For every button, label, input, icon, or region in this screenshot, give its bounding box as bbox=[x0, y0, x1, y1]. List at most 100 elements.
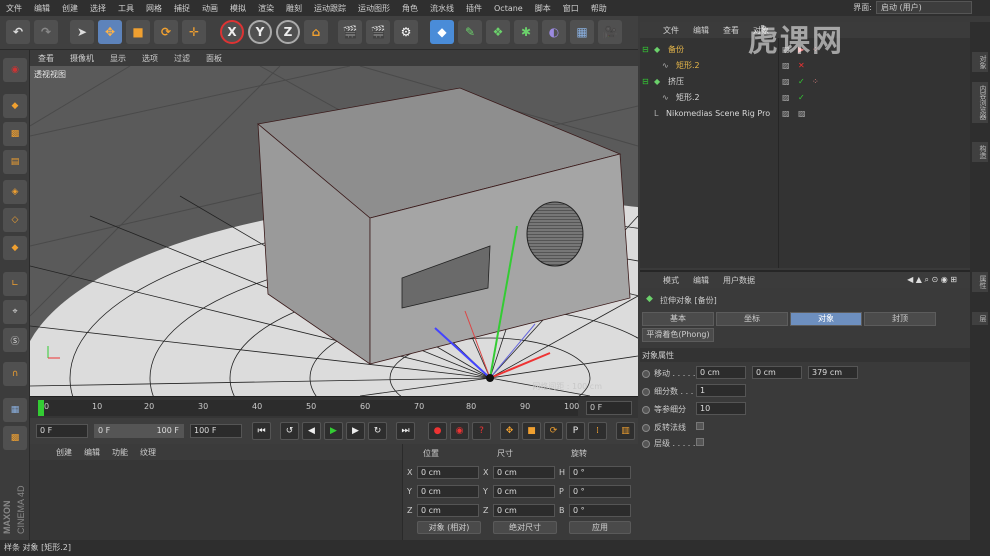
tweak-mode-icon[interactable]: ⌖ bbox=[3, 300, 27, 324]
camera-icon[interactable]: 🎥 bbox=[598, 20, 622, 44]
record-icon[interactable]: ● bbox=[428, 422, 447, 440]
y-axis-icon[interactable]: Y bbox=[248, 20, 272, 44]
key-position-icon[interactable]: ✥ bbox=[500, 422, 519, 440]
select-arrow-icon[interactable]: ➤ bbox=[70, 20, 94, 44]
vp-menu-filter[interactable]: 过滤 bbox=[166, 53, 198, 64]
scale-icon[interactable]: ■ bbox=[126, 20, 150, 44]
obj-menu-file[interactable]: 文件 bbox=[656, 25, 686, 36]
obj-menu-edit[interactable]: 编辑 bbox=[686, 25, 716, 36]
vp-menu-options[interactable]: 选项 bbox=[134, 53, 166, 64]
points-mode-icon[interactable]: ◈ bbox=[3, 180, 27, 204]
live-select-icon[interactable]: ✛ bbox=[182, 20, 206, 44]
coordinate-system-icon[interactable]: ⌂ bbox=[304, 20, 328, 44]
key-param-icon[interactable]: P bbox=[566, 422, 585, 440]
object-row[interactable]: ∿ 矩形.2 ▨ ✕ bbox=[640, 58, 970, 73]
pen-icon[interactable]: ✎ bbox=[458, 20, 482, 44]
undo-icon[interactable]: ↶ bbox=[6, 20, 30, 44]
snap-icon[interactable]: Ⓢ bbox=[3, 328, 27, 352]
expand-icon[interactable]: ⊟ bbox=[642, 74, 649, 89]
prev-frame-icon[interactable]: ◀ bbox=[302, 422, 321, 440]
menu-help[interactable]: 帮助 bbox=[585, 3, 613, 14]
key-scale-icon[interactable]: ■ bbox=[522, 422, 541, 440]
menu-script[interactable]: 脚本 bbox=[529, 3, 557, 14]
lock-workplane-icon[interactable]: ▦ bbox=[3, 398, 27, 422]
menu-character[interactable]: 角色 bbox=[396, 3, 424, 14]
go-to-start-icon[interactable]: ⏮ bbox=[252, 422, 271, 440]
vp-menu-view[interactable]: 查看 bbox=[30, 53, 62, 64]
subdiv-field[interactable]: 1 bbox=[696, 384, 746, 397]
edges-mode-icon[interactable]: ◇ bbox=[3, 208, 27, 232]
menu-pipeline[interactable]: 流水线 bbox=[424, 3, 460, 14]
rotate-icon[interactable]: ⟳ bbox=[154, 20, 178, 44]
texture-mode-icon[interactable]: ▩ bbox=[3, 122, 27, 146]
mat-menu-function[interactable]: 功能 bbox=[106, 447, 134, 458]
move-icon[interactable]: ✥ bbox=[98, 20, 122, 44]
render-view-icon[interactable]: 🎬 bbox=[338, 20, 362, 44]
tab-coord[interactable]: 坐标 bbox=[716, 312, 788, 326]
cube-icon[interactable]: ◆ bbox=[430, 20, 454, 44]
layout-select[interactable]: 启动 (用户) bbox=[876, 1, 972, 14]
move-z-field[interactable]: 379 cm bbox=[808, 366, 858, 379]
menu-render[interactable]: 渲染 bbox=[252, 3, 280, 14]
hierarchical-checkbox[interactable] bbox=[696, 438, 704, 446]
attr-menu-mode[interactable]: 模式 bbox=[656, 275, 686, 286]
menu-select[interactable]: 选择 bbox=[84, 3, 112, 14]
axis-mode-icon[interactable]: ∟ bbox=[3, 272, 27, 296]
apply-button[interactable]: 应用 bbox=[569, 521, 631, 534]
end-frame-field[interactable]: 100 F bbox=[190, 424, 242, 438]
nav-arrows-icon[interactable]: ◀ ▲ ⌕ ⊙ ◉ ⊞ bbox=[900, 275, 964, 285]
model-mode-icon[interactable]: ◆ bbox=[3, 94, 27, 118]
key-pla-icon[interactable]: ⁞ bbox=[588, 422, 607, 440]
vp-menu-camera[interactable]: 摄像机 bbox=[62, 53, 102, 64]
subdivision-icon[interactable]: ❖ bbox=[486, 20, 510, 44]
vp-menu-panel[interactable]: 面板 bbox=[198, 53, 230, 64]
timeline-window-icon[interactable]: ▥ bbox=[616, 422, 635, 440]
array-icon[interactable]: ✱ bbox=[514, 20, 538, 44]
render-picture-viewer-icon[interactable]: 🎬 bbox=[366, 20, 390, 44]
rot-h-field[interactable]: 0 ° bbox=[569, 466, 631, 479]
menu-tools[interactable]: 工具 bbox=[112, 3, 140, 14]
object-row[interactable]: ⊟ ◆ 挤压 ▨ ✓ ⁘ bbox=[640, 74, 970, 89]
rot-p-field[interactable]: 0 ° bbox=[569, 485, 631, 498]
menu-snap[interactable]: 捕捉 bbox=[168, 3, 196, 14]
pos-z-field[interactable]: 0 cm bbox=[417, 504, 479, 517]
redo-icon[interactable]: ↷ bbox=[34, 20, 58, 44]
vp-menu-display[interactable]: 显示 bbox=[102, 53, 134, 64]
next-key-icon[interactable]: ↻ bbox=[368, 422, 387, 440]
object-row[interactable]: L Nikomedias Scene Rig Pro ▨ ▨ bbox=[640, 106, 970, 121]
attr-menu-edit[interactable]: 编辑 bbox=[686, 275, 716, 286]
timeline-track[interactable]: 0 10 20 30 40 50 60 70 80 90 100 bbox=[38, 400, 579, 416]
tab-object[interactable]: 对象 bbox=[790, 312, 862, 326]
anim-radio[interactable] bbox=[642, 387, 650, 396]
attr-menu-userdata[interactable]: 用户数据 bbox=[716, 275, 762, 286]
menu-plugins[interactable]: 插件 bbox=[460, 3, 488, 14]
menu-motion-tracking[interactable]: 运动跟踪 bbox=[308, 3, 352, 14]
range-slider[interactable]: 0 F 100 F bbox=[94, 424, 184, 438]
menu-sculpt[interactable]: 雕刻 bbox=[280, 3, 308, 14]
size-z-field[interactable]: 0 cm bbox=[493, 504, 555, 517]
size-mode-select[interactable]: 绝对尺寸 bbox=[493, 521, 557, 534]
deformer-icon[interactable]: ◐ bbox=[542, 20, 566, 44]
menu-mograph[interactable]: 运动图形 bbox=[352, 3, 396, 14]
mat-menu-edit[interactable]: 编辑 bbox=[78, 447, 106, 458]
anim-radio[interactable] bbox=[642, 439, 650, 448]
floor-icon[interactable]: ▦ bbox=[570, 20, 594, 44]
disabled-icon[interactable]: ✕ bbox=[798, 58, 805, 73]
magnet-icon[interactable]: ∩ bbox=[3, 362, 27, 386]
next-frame-icon[interactable]: ▶ bbox=[346, 422, 365, 440]
mat-menu-create[interactable]: 创建 bbox=[50, 447, 78, 458]
tab-content-browser[interactable]: 内容浏览器 bbox=[972, 82, 988, 123]
pos-y-field[interactable]: 0 cm bbox=[417, 485, 479, 498]
tab-objects-side[interactable]: 对象 bbox=[972, 52, 988, 72]
expand-icon[interactable]: ⊟ bbox=[642, 42, 649, 57]
pos-x-field[interactable]: 0 cm bbox=[417, 466, 479, 479]
anim-radio[interactable] bbox=[642, 369, 650, 378]
mat-menu-texture[interactable]: 纹理 bbox=[134, 447, 162, 458]
z-axis-icon[interactable]: Z bbox=[276, 20, 300, 44]
polygons-mode-icon[interactable]: ◆ bbox=[3, 236, 27, 260]
flip-normals-checkbox[interactable] bbox=[696, 422, 704, 430]
rot-b-field[interactable]: 0 ° bbox=[569, 504, 631, 517]
move-x-field[interactable]: 0 cm bbox=[696, 366, 746, 379]
visibility-icon[interactable]: ▨ bbox=[782, 74, 790, 89]
autokey-icon[interactable]: ◉ bbox=[450, 422, 469, 440]
